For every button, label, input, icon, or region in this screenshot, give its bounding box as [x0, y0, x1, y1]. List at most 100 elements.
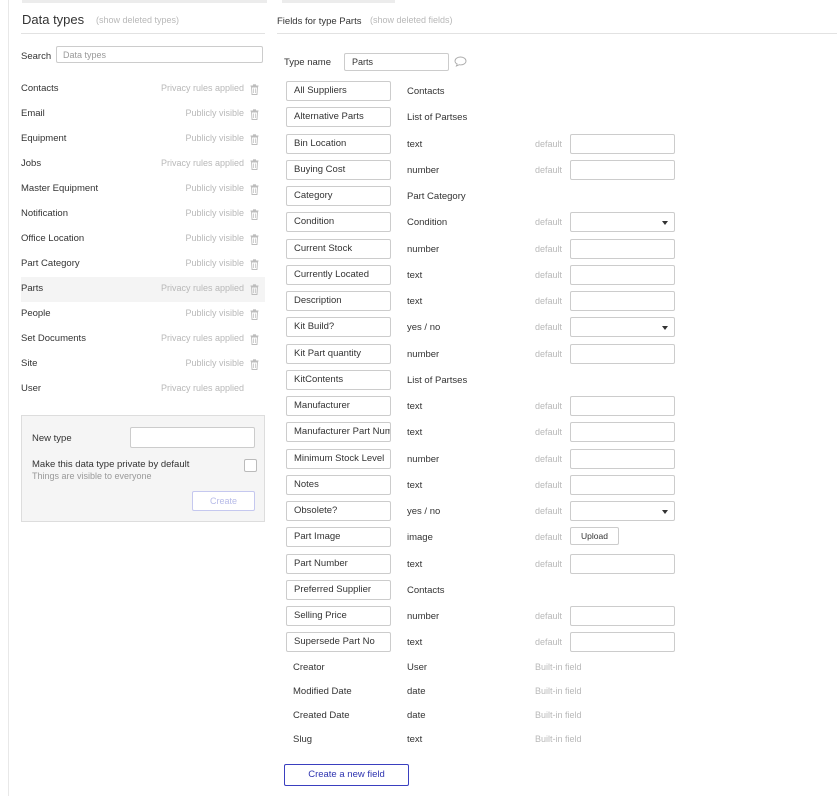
field-name-input[interactable]: Description	[286, 291, 391, 311]
field-name-input[interactable]: Alternative Parts	[286, 107, 391, 127]
default-value-dropdown[interactable]	[570, 212, 675, 232]
trash-icon[interactable]	[250, 234, 259, 245]
default-value-input[interactable]	[570, 291, 675, 311]
create-type-button[interactable]: Create	[192, 491, 255, 511]
trash-icon[interactable]	[250, 309, 259, 320]
field-row: Manufacturer text default	[277, 393, 837, 419]
new-type-input[interactable]	[130, 427, 255, 448]
data-type-item[interactable]: Email Publicly visible	[21, 102, 265, 127]
default-value-input[interactable]	[570, 606, 675, 626]
trash-icon[interactable]	[250, 84, 259, 95]
privacy-status[interactable]: Publicly visible	[185, 108, 244, 118]
privacy-status[interactable]: Publicly visible	[185, 208, 244, 218]
field-name-input[interactable]: Bin Location	[286, 134, 391, 154]
privacy-status[interactable]: Publicly visible	[185, 233, 244, 243]
default-value-input[interactable]	[570, 475, 675, 495]
field-type: text	[407, 401, 423, 412]
data-type-item[interactable]: People Publicly visible	[21, 302, 265, 327]
privacy-status[interactable]: Publicly visible	[185, 133, 244, 143]
data-type-item[interactable]: Office Location Publicly visible	[21, 227, 265, 252]
field-name-input[interactable]: Minimum Stock Level	[286, 449, 391, 469]
data-type-item[interactable]: Jobs Privacy rules applied	[21, 152, 265, 177]
type-name-input[interactable]	[344, 53, 449, 71]
default-value-input[interactable]	[570, 396, 675, 416]
field-name-input[interactable]: Condition	[286, 212, 391, 232]
default-value-input[interactable]	[570, 344, 675, 364]
field-name-input[interactable]: Manufacturer	[286, 396, 391, 416]
show-deleted-types-link[interactable]: (show deleted types)	[96, 15, 179, 25]
field-name-input[interactable]: All Suppliers	[286, 81, 391, 101]
builtin-field-row: Slug text Built-in field	[277, 728, 837, 752]
default-value-input[interactable]	[570, 265, 675, 285]
default-value-input[interactable]	[570, 134, 675, 154]
field-name-input[interactable]: Manufacturer Part Number	[286, 422, 391, 442]
builtin-field-name: Created Date	[293, 710, 350, 721]
data-type-item[interactable]: Part Category Publicly visible	[21, 252, 265, 277]
builtin-field-note: Built-in field	[535, 710, 582, 720]
show-deleted-fields-link[interactable]: (show deleted fields)	[370, 15, 453, 25]
field-name-input[interactable]: Current Stock	[286, 239, 391, 259]
field-row: All Suppliers Contacts	[277, 78, 837, 104]
field-name-input[interactable]: Kit Build?	[286, 317, 391, 337]
trash-icon[interactable]	[250, 334, 259, 345]
field-name-input[interactable]: Currently Located	[286, 265, 391, 285]
default-value-input[interactable]	[570, 554, 675, 574]
privacy-status[interactable]: Privacy rules applied	[161, 83, 244, 93]
field-name-input[interactable]: Notes	[286, 475, 391, 495]
trash-icon[interactable]	[250, 284, 259, 295]
data-type-item[interactable]: User Privacy rules applied	[21, 377, 265, 402]
default-value-dropdown[interactable]	[570, 317, 675, 337]
field-name-input[interactable]: Preferred Supplier	[286, 580, 391, 600]
data-type-name: Parts	[21, 283, 44, 294]
fields-panel: Fields for type Parts (show deleted fiel…	[277, 0, 837, 796]
data-type-item[interactable]: Parts Privacy rules applied	[21, 277, 265, 302]
privacy-status[interactable]: Privacy rules applied	[161, 283, 244, 293]
create-new-field-button[interactable]: Create a new field	[284, 764, 409, 786]
data-type-item[interactable]: Master Equipment Publicly visible	[21, 177, 265, 202]
trash-icon[interactable]	[250, 109, 259, 120]
trash-icon[interactable]	[250, 209, 259, 220]
trash-icon[interactable]	[250, 259, 259, 270]
new-type-label: New type	[32, 433, 72, 444]
default-value-dropdown[interactable]	[570, 501, 675, 521]
private-by-default-checkbox[interactable]	[244, 459, 257, 472]
privacy-status[interactable]: Publicly visible	[185, 183, 244, 193]
data-type-item[interactable]: Set Documents Privacy rules applied	[21, 327, 265, 352]
privacy-status[interactable]: Publicly visible	[185, 308, 244, 318]
data-type-item[interactable]: Contacts Privacy rules applied	[21, 77, 265, 102]
default-label: default	[535, 506, 563, 516]
data-type-item[interactable]: Equipment Publicly visible	[21, 127, 265, 152]
default-value-input[interactable]	[570, 632, 675, 652]
default-label: default	[535, 244, 563, 254]
field-name-input[interactable]: KitContents	[286, 370, 391, 390]
privacy-status[interactable]: Privacy rules applied	[161, 383, 244, 393]
privacy-status[interactable]: Privacy rules applied	[161, 158, 244, 168]
field-name-input[interactable]: Part Image	[286, 527, 391, 547]
upload-button[interactable]: Upload	[570, 527, 619, 545]
field-name-input[interactable]: Part Number	[286, 554, 391, 574]
field-name-input[interactable]: Category	[286, 186, 391, 206]
default-value-input[interactable]	[570, 422, 675, 442]
field-row: Description text default	[277, 288, 837, 314]
data-type-name: Jobs	[21, 158, 42, 169]
privacy-status[interactable]: Publicly visible	[185, 258, 244, 268]
search-input[interactable]	[56, 46, 263, 63]
trash-icon[interactable]	[250, 184, 259, 195]
field-name-input[interactable]: Supersede Part No	[286, 632, 391, 652]
default-label: default	[535, 401, 563, 411]
trash-icon[interactable]	[250, 159, 259, 170]
field-name-input[interactable]: Selling Price	[286, 606, 391, 626]
field-name-input[interactable]: Obsolete?	[286, 501, 391, 521]
field-name-input[interactable]: Buying Cost	[286, 160, 391, 180]
data-type-item[interactable]: Site Publicly visible	[21, 352, 265, 377]
privacy-status[interactable]: Privacy rules applied	[161, 333, 244, 343]
trash-icon[interactable]	[250, 134, 259, 145]
default-value-input[interactable]	[570, 160, 675, 180]
default-value-input[interactable]	[570, 449, 675, 469]
trash-icon[interactable]	[250, 359, 259, 370]
privacy-status[interactable]: Publicly visible	[185, 358, 244, 368]
data-type-item[interactable]: Notification Publicly visible	[21, 202, 265, 227]
default-value-input[interactable]	[570, 239, 675, 259]
comment-icon[interactable]	[454, 56, 467, 67]
field-name-input[interactable]: Kit Part quantity	[286, 344, 391, 364]
